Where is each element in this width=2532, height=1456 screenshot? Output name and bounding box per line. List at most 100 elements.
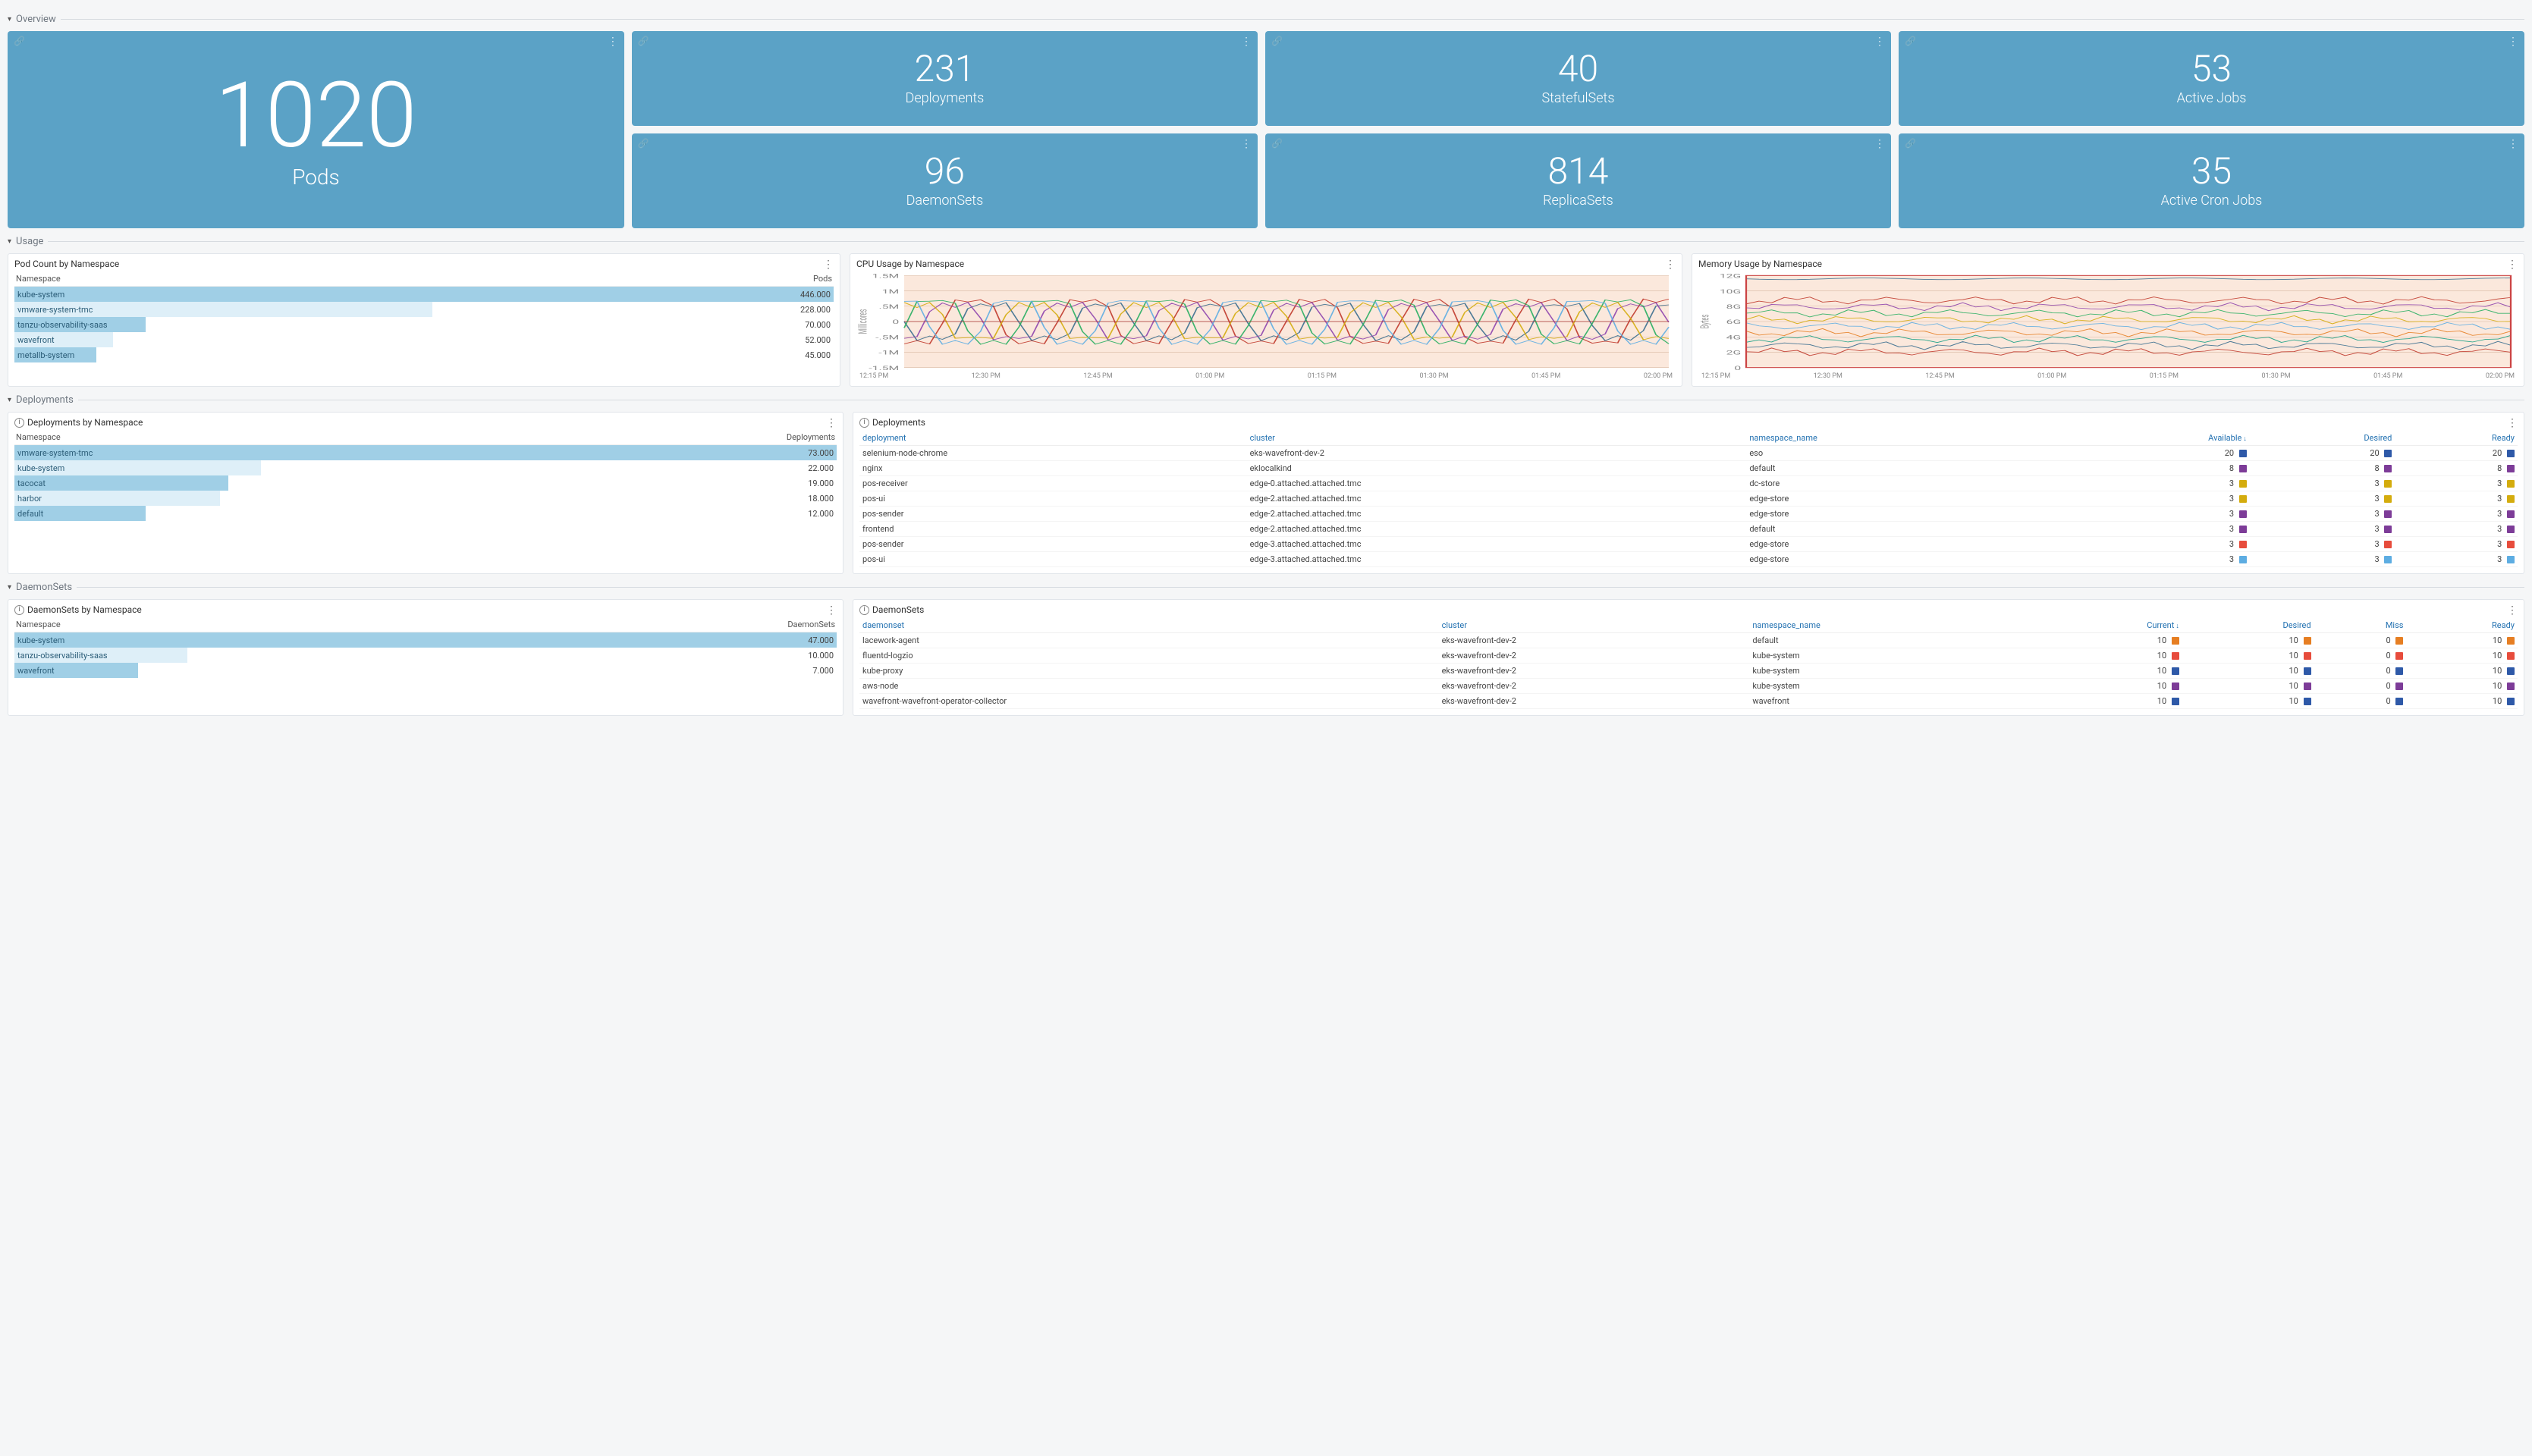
table-row[interactable]: metallb-system 45.000 [14, 347, 834, 362]
kebab-icon[interactable]: ⋮ [2508, 138, 2518, 150]
table-row[interactable]: kube-system 446.000 [14, 287, 834, 302]
section-overview-header[interactable]: ▾ Overview [8, 14, 2524, 25]
row-value: 10.000 [791, 651, 837, 661]
kebab-icon[interactable]: ⋮ [823, 259, 834, 271]
th-cluster[interactable]: cluster [1247, 431, 1747, 446]
table-row[interactable]: kube-system 47.000 [14, 632, 837, 648]
th-miss[interactable]: Miss [2314, 618, 2407, 633]
th-desired[interactable]: Desired [2250, 431, 2395, 446]
table-row[interactable]: tanzu-observability-saas 10.000 [14, 648, 837, 663]
table-row[interactable]: vmware-system-tmc 73.000 [14, 445, 837, 460]
row-name: kube-system [14, 463, 791, 473]
table-row[interactable]: kube-system 22.000 [14, 460, 837, 475]
th-current[interactable]: Current↓ [2034, 618, 2182, 633]
table-row[interactable]: selenium-node-chromeeks-wavefront-dev-2e… [859, 446, 2518, 461]
section-daemonsets-header[interactable]: ▾ DaemonSets [8, 582, 2524, 593]
th-available[interactable]: Available↓ [2061, 431, 2250, 446]
tile-daemonsets[interactable]: 🔗 ⋮ 96 DaemonSets [632, 133, 1258, 228]
tile-value: 40 [1558, 51, 1598, 87]
info-icon[interactable]: i [859, 418, 869, 428]
kebab-icon[interactable]: ⋮ [826, 417, 837, 429]
row-name: kube-system [14, 290, 788, 300]
kebab-icon[interactable]: ⋮ [1874, 36, 1885, 48]
kebab-icon[interactable]: ⋮ [1241, 138, 1252, 150]
row-name: metallb-system [14, 350, 788, 360]
cpu-chart[interactable]: 1.5M1M.5M0-.5M-1M-1.5MMillicores [856, 272, 1676, 371]
tile-activecron[interactable]: 🔗 ⋮ 35 Active Cron Jobs [1899, 133, 2524, 228]
section-usage-header[interactable]: ▾ Usage [8, 236, 2524, 247]
svg-text:12G: 12G [1720, 273, 1741, 280]
table-row[interactable]: aws-nodeeks-wavefront-dev-2kube-system 1… [859, 679, 2518, 694]
kebab-icon[interactable]: ⋮ [2507, 604, 2518, 617]
col-namespace: Namespace [16, 620, 61, 629]
kebab-icon[interactable]: ⋮ [826, 604, 837, 617]
th-daemonset[interactable]: daemonset [859, 618, 1439, 633]
tile-value: 1020 [215, 71, 416, 162]
panel-title: Pod Count by Namespace [14, 259, 834, 269]
table-row[interactable]: wavefront 7.000 [14, 663, 837, 678]
table-row[interactable]: default 12.000 [14, 506, 837, 521]
table-row[interactable]: frontendedge-2.attached.attached.tmcdefa… [859, 522, 2518, 537]
table-row[interactable]: vmware-system-tmc 228.000 [14, 302, 834, 317]
table-row[interactable]: pos-senderedge-2.attached.attached.tmced… [859, 507, 2518, 522]
tile-pods[interactable]: 🔗 ⋮ 1020 Pods [8, 31, 624, 228]
table-row[interactable]: wavefront 52.000 [14, 332, 834, 347]
table-row[interactable]: harbor 18.000 [14, 491, 837, 506]
th-namespace[interactable]: namespace_name [1749, 618, 2034, 633]
th-ready[interactable]: Ready [2406, 618, 2518, 633]
table-row[interactable]: wavefront-wavefront-operator-collectorek… [859, 694, 2518, 709]
chevron-down-icon: ▾ [8, 237, 11, 246]
panel-pod-by-ns: Pod Count by Namespace ⋮ Namespace Pods … [8, 253, 840, 387]
table-row[interactable]: pos-receiveredge-0.attached.attached.tmc… [859, 476, 2518, 491]
table-row[interactable]: lacework-agenteks-wavefront-dev-2default… [859, 633, 2518, 648]
tile-replicasets[interactable]: 🔗 ⋮ 814 ReplicaSets [1265, 133, 1891, 228]
row-name: tacocat [14, 479, 791, 488]
th-desired[interactable]: Desired [2182, 618, 2314, 633]
panel-title: DaemonSets by Namespace [27, 604, 142, 615]
kebab-icon[interactable]: ⋮ [1874, 138, 1885, 150]
th-deployment[interactable]: deployment [859, 431, 1247, 446]
table-row[interactable]: pos-uiedge-3.attached.attached.tmcedge-s… [859, 552, 2518, 567]
tile-label: Active Cron Jobs [2161, 193, 2263, 209]
table-row[interactable]: tanzu-observability-saas 70.000 [14, 317, 834, 332]
section-deployments-header[interactable]: ▾ Deployments [8, 394, 2524, 406]
chevron-down-icon: ▾ [8, 15, 11, 24]
row-value: 22.000 [791, 463, 837, 473]
svg-text:-1.5M: -1.5M [869, 366, 899, 371]
divider [48, 241, 2524, 242]
svg-text:1.5M: 1.5M [872, 273, 900, 280]
th-ready[interactable]: Ready [2395, 431, 2518, 446]
info-icon[interactable]: i [14, 605, 24, 615]
kebab-icon[interactable]: ⋮ [608, 36, 618, 48]
svg-text:4G: 4G [1726, 334, 1742, 341]
tile-value: 53 [2191, 51, 2232, 87]
table-row[interactable]: fluentd-logzioeks-wavefront-dev-2kube-sy… [859, 648, 2518, 664]
panel-title: CPU Usage by Namespace [856, 259, 1676, 269]
tile-activejobs[interactable]: 🔗 ⋮ 53 Active Jobs [1899, 31, 2524, 126]
table-row[interactable]: tacocat 19.000 [14, 475, 837, 491]
kebab-icon[interactable]: ⋮ [2507, 259, 2518, 271]
info-icon[interactable]: i [859, 605, 869, 615]
kebab-icon[interactable]: ⋮ [1241, 36, 1252, 48]
th-cluster[interactable]: cluster [1439, 618, 1750, 633]
info-icon[interactable]: i [14, 418, 24, 428]
kebab-icon[interactable]: ⋮ [2507, 417, 2518, 429]
th-namespace[interactable]: namespace_name [1746, 431, 2060, 446]
axis-tick: 12:30 PM [1814, 372, 1842, 380]
tile-statefulsets[interactable]: 🔗 ⋮ 40 StatefulSets [1265, 31, 1891, 126]
table-row[interactable]: kube-proxyeks-wavefront-dev-2kube-system… [859, 664, 2518, 679]
tile-deployments[interactable]: 🔗 ⋮ 231 Deployments [632, 31, 1258, 126]
kebab-icon[interactable]: ⋮ [1665, 259, 1676, 271]
row-value: 446.000 [788, 290, 834, 300]
link-icon: 🔗 [1905, 36, 1916, 46]
table-row[interactable]: pos-senderedge-3.attached.attached.tmced… [859, 537, 2518, 552]
tile-label: Deployments [906, 90, 985, 106]
mem-chart[interactable]: 12G10G8G6G4G2G0Bytes [1698, 272, 2518, 371]
col-namespace: Namespace [16, 432, 61, 442]
row-name: wavefront [14, 335, 788, 345]
tile-label: ReplicaSets [1543, 193, 1613, 209]
table-row[interactable]: pos-uiedge-2.attached.attached.tmcedge-s… [859, 491, 2518, 507]
kebab-icon[interactable]: ⋮ [2508, 36, 2518, 48]
table-row[interactable]: nginxeklocalkinddefault 8 8 8 [859, 461, 2518, 476]
svg-text:1M: 1M [882, 289, 900, 296]
